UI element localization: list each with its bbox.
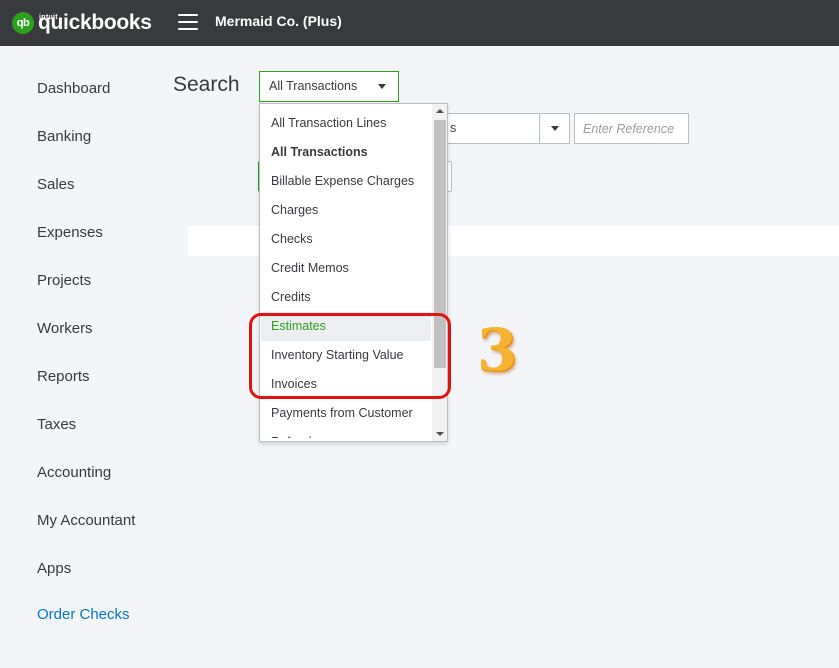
top-bar: qb intuit quickbooks Mermaid Co. (Plus): [0, 0, 839, 46]
option-checks[interactable]: Checks: [261, 225, 431, 254]
option-billable-expense-charges[interactable]: Billable Expense Charges: [261, 167, 431, 196]
hamburger-menu-icon[interactable]: [178, 14, 198, 30]
option-all-transactions[interactable]: All Transactions: [261, 138, 431, 167]
filter-select[interactable]: s: [440, 113, 570, 144]
reference-input[interactable]: [574, 113, 689, 144]
sidebar-item-expenses[interactable]: Expenses: [37, 224, 103, 241]
option-payments-from-customer[interactable]: Payments from Customer: [261, 399, 431, 428]
option-inventory-starting-value[interactable]: Inventory Starting Value: [261, 341, 431, 370]
step-number-annotation: 3: [477, 316, 518, 384]
option-charges[interactable]: Charges: [261, 196, 431, 225]
company-name: Mermaid Co. (Plus): [215, 13, 342, 29]
quickbooks-logo[interactable]: qb intuit quickbooks: [12, 10, 152, 36]
sidebar-item-banking[interactable]: Banking: [37, 128, 91, 145]
chevron-down-icon: [551, 126, 559, 131]
sidebar-item-my-accountant[interactable]: My Accountant: [37, 512, 135, 529]
sidebar-item-order-checks[interactable]: Order Checks: [37, 606, 130, 623]
sidebar-item-reports[interactable]: Reports: [37, 368, 90, 385]
scroll-down-arrow-icon[interactable]: [436, 432, 444, 436]
transaction-type-select[interactable]: All Transactions: [259, 71, 399, 102]
filter-select-value: s: [450, 121, 457, 135]
option-invoices[interactable]: Invoices: [261, 370, 431, 399]
logo-wordmark: intuit quickbooks: [38, 10, 152, 36]
intuit-wordmark: intuit: [39, 14, 58, 21]
option-all-transaction-lines[interactable]: All Transaction Lines: [261, 109, 431, 138]
sidebar-item-accounting[interactable]: Accounting: [37, 464, 111, 481]
qb-logo-icon: qb: [12, 12, 34, 34]
dropdown-scrollbar[interactable]: [432, 104, 447, 441]
transaction-type-value: All Transactions: [269, 79, 358, 93]
option-estimates[interactable]: Estimates: [261, 312, 431, 341]
scrollbar-thumb[interactable]: [434, 120, 446, 368]
sidebar-item-projects[interactable]: Projects: [37, 272, 91, 289]
option-credit-memos[interactable]: Credit Memos: [261, 254, 431, 283]
page-title: Search: [173, 73, 240, 96]
sidebar-item-workers[interactable]: Workers: [37, 320, 93, 337]
sidebar-nav: Dashboard Banking Sales Expenses Project…: [0, 46, 160, 668]
transaction-type-dropdown: All Transaction Lines All Transactions B…: [259, 103, 448, 442]
option-refund[interactable]: Refund: [261, 428, 431, 438]
option-credits[interactable]: Credits: [261, 283, 431, 312]
chevron-down-icon: [378, 84, 386, 89]
sidebar-item-dashboard[interactable]: Dashboard: [37, 80, 110, 97]
scroll-up-arrow-icon[interactable]: [436, 109, 444, 113]
sidebar-item-sales[interactable]: Sales: [37, 176, 75, 193]
sidebar-item-taxes[interactable]: Taxes: [37, 416, 76, 433]
sidebar-item-apps[interactable]: Apps: [37, 560, 71, 577]
